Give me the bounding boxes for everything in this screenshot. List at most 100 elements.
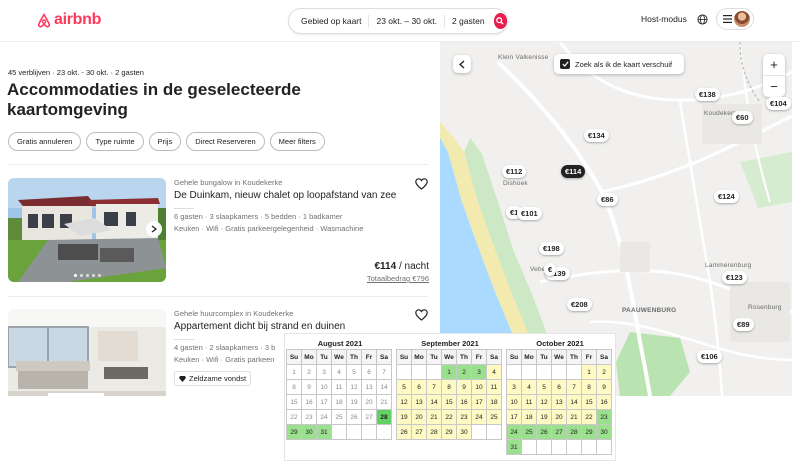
filter-more[interactable]: Meer filters — [269, 132, 325, 151]
heart-icon[interactable] — [415, 309, 428, 321]
calendar-day[interactable]: 30 — [597, 425, 612, 440]
calendar-day[interactable]: 30 — [457, 425, 472, 440]
calendar-day[interactable]: 6 — [552, 380, 567, 395]
calendar-day[interactable]: 26 — [397, 425, 412, 440]
map-price-pin[interactable]: €101 — [517, 207, 542, 220]
map-price-pin[interactable]: €89 — [733, 318, 754, 331]
calendar-day[interactable]: 24 — [507, 425, 522, 440]
next-photo-button[interactable] — [146, 221, 162, 237]
calendar-day[interactable]: 12 — [397, 395, 412, 410]
calendar-day[interactable]: 11 — [522, 395, 537, 410]
calendar-day[interactable]: 19 — [397, 410, 412, 425]
calendar-day[interactable]: 3 — [472, 365, 487, 380]
calendar-day[interactable]: 18 — [522, 410, 537, 425]
map-price-pin[interactable]: €208 — [567, 298, 592, 311]
map-price-pin[interactable]: €138 — [695, 88, 720, 101]
map-price-pin[interactable]: €106 — [697, 350, 722, 363]
map-price-pin[interactable]: €104 — [766, 97, 791, 110]
calendar-day[interactable]: 5 — [397, 380, 412, 395]
calendar-day[interactable]: 18 — [487, 395, 502, 410]
calendar-day[interactable]: 22 — [442, 410, 457, 425]
listing-name[interactable]: Appartement dicht bij strand en duinen — [174, 321, 345, 332]
calendar-day[interactable]: 22 — [582, 410, 597, 425]
calendar-day[interactable]: 20 — [412, 410, 427, 425]
calendar-day[interactable]: 3 — [507, 380, 522, 395]
calendar-day[interactable]: 28 — [567, 425, 582, 440]
search-location[interactable]: Gebied op kaart — [289, 15, 370, 27]
total-price[interactable]: Totaalbedrag €796 — [367, 274, 429, 283]
listing-card[interactable]: Gehele bungalow in Koudekerke De Duinkam… — [8, 178, 432, 286]
search-guests[interactable]: 2 gasten — [445, 15, 492, 27]
search-bar[interactable]: Gebied op kaart 23 okt. – 30 okt. 2 gast… — [288, 8, 508, 34]
zoom-in-button[interactable]: + — [763, 54, 785, 76]
map-price-pin[interactable]: €124 — [714, 190, 739, 203]
calendar-day[interactable]: 29 — [582, 425, 597, 440]
calendar-day[interactable]: 10 — [507, 395, 522, 410]
search-dates[interactable]: 23 okt. – 30 okt. — [369, 15, 445, 27]
calendar-day[interactable]: 6 — [412, 380, 427, 395]
calendar-day[interactable]: 4 — [487, 365, 502, 380]
calendar-day[interactable]: 29 — [442, 425, 457, 440]
globe-icon[interactable] — [697, 14, 708, 25]
search-as-move-toggle[interactable]: Zoek als ik de kaart verschuif — [554, 54, 684, 74]
map-price-pin-selected[interactable]: €114 — [561, 165, 586, 178]
filter-free-cancel[interactable]: Gratis annuleren — [8, 132, 82, 151]
calendar-day[interactable]: 15 — [442, 395, 457, 410]
calendar-day[interactable]: 13 — [552, 395, 567, 410]
calendar-day[interactable]: 16 — [457, 395, 472, 410]
listing-photo[interactable] — [8, 178, 166, 282]
calendar-day[interactable]: 27 — [552, 425, 567, 440]
calendar-day[interactable]: 30 — [302, 425, 317, 440]
calendar-day[interactable]: 9 — [597, 380, 612, 395]
calendar-day[interactable]: 12 — [537, 395, 552, 410]
calendar-day[interactable]: 13 — [412, 395, 427, 410]
calendar-day[interactable]: 31 — [507, 440, 522, 455]
calendar-day[interactable]: 14 — [567, 395, 582, 410]
calendar-day[interactable]: 17 — [472, 395, 487, 410]
calendar-day[interactable]: 17 — [507, 410, 522, 425]
calendar-day[interactable]: 26 — [537, 425, 552, 440]
map-back-button[interactable] — [453, 55, 471, 73]
host-mode-link[interactable]: Host-modus — [641, 14, 687, 24]
calendar-day[interactable]: 8 — [442, 380, 457, 395]
calendar-day[interactable]: 29 — [287, 425, 302, 440]
calendar-day[interactable]: 9 — [457, 380, 472, 395]
calendar-day[interactable]: 8 — [582, 380, 597, 395]
calendar-day[interactable]: 21 — [427, 410, 442, 425]
calendar-day[interactable]: 23 — [457, 410, 472, 425]
calendar-day[interactable]: 1 — [442, 365, 457, 380]
zoom-out-button[interactable]: − — [763, 76, 785, 97]
calendar-day[interactable]: 25 — [487, 410, 502, 425]
calendar-day[interactable]: 23 — [597, 410, 612, 425]
calendar-day[interactable]: 2 — [457, 365, 472, 380]
map-price-pin[interactable]: €60 — [732, 111, 753, 124]
heart-icon[interactable] — [415, 178, 428, 190]
calendar-day[interactable]: 7 — [567, 380, 582, 395]
calendar-day[interactable]: 20 — [552, 410, 567, 425]
calendar-day[interactable]: 4 — [522, 380, 537, 395]
map-price-pin[interactable]: €86 — [597, 193, 618, 206]
user-menu-button[interactable] — [716, 8, 754, 30]
map-price-pin[interactable]: €198 — [539, 242, 564, 255]
listing-name[interactable]: De Duinkam, nieuw chalet op loopafstand … — [174, 190, 396, 201]
filter-room-type[interactable]: Type ruimte — [86, 132, 144, 151]
map-price-pin[interactable]: €112 — [502, 165, 527, 178]
calendar-day[interactable]: 16 — [597, 395, 612, 410]
calendar-day[interactable]: 7 — [427, 380, 442, 395]
calendar-day[interactable]: 24 — [472, 410, 487, 425]
calendar-day[interactable]: 25 — [522, 425, 537, 440]
checkbox[interactable] — [560, 59, 570, 69]
map-price-pin[interactable]: €123 — [722, 271, 747, 284]
map-price-pin[interactable]: €134 — [584, 129, 609, 142]
calendar-day[interactable]: 19 — [537, 410, 552, 425]
calendar-day[interactable]: 2 — [597, 365, 612, 380]
filter-instant-book[interactable]: Direct Reserveren — [186, 132, 265, 151]
calendar-day[interactable]: 10 — [472, 380, 487, 395]
calendar-day[interactable]: 21 — [567, 410, 582, 425]
calendar-day[interactable]: 28 — [427, 425, 442, 440]
calendar-day[interactable]: 11 — [487, 380, 502, 395]
airbnb-logo[interactable]: airbnb — [37, 11, 101, 29]
calendar-day[interactable]: 5 — [537, 380, 552, 395]
calendar-day[interactable]: 27 — [412, 425, 427, 440]
calendar-day[interactable]: 28 — [377, 410, 392, 425]
